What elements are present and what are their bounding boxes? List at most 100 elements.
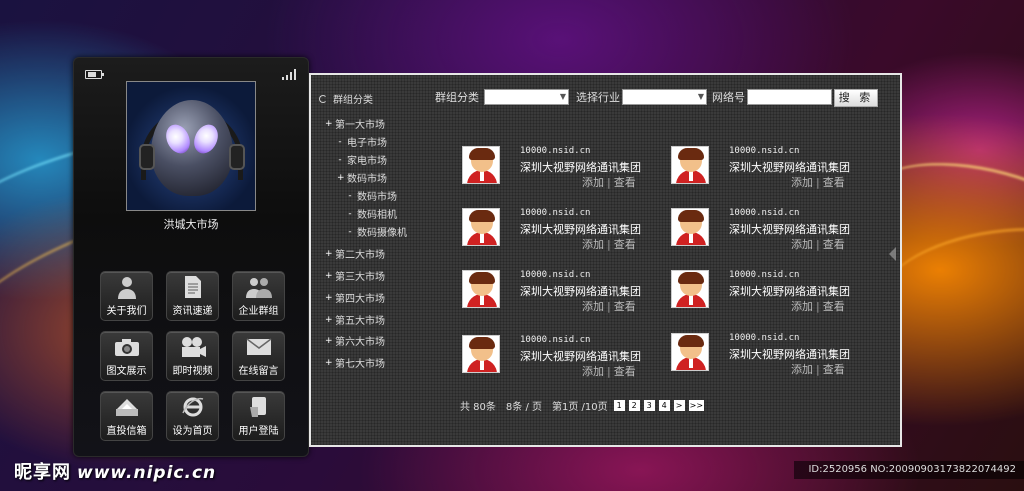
camera-icon: [113, 335, 141, 359]
add-link[interactable]: 添加: [582, 365, 604, 378]
pagination: 共 80条 8条 / 页 第1页 /10页 1 2 3 4 > >>: [460, 398, 708, 413]
card-company: 深圳大视野网络通讯集团: [520, 285, 641, 298]
next-page-button[interactable]: >: [673, 400, 685, 411]
category-sidebar: 群组分类 + 第一大市场 - 电子市场 - 家电市场 + 数码市场 - 数码市场 - 数码相…: [311, 87, 429, 387]
tile-label: 在线留言: [238, 366, 279, 377]
group-card: 10000.nsid.cn 深圳大视野网络通讯集团 添加 | 查看: [462, 208, 652, 260]
tile-enterprise-group[interactable]: 企业群组: [232, 271, 285, 321]
tree-item[interactable]: - 数码相机: [347, 206, 397, 222]
tree-item[interactable]: + 第三大市场: [325, 268, 385, 284]
member-avatar-icon: [671, 333, 709, 371]
tree-item[interactable]: + 第七大市场: [325, 355, 385, 371]
tree-item[interactable]: + 第六大市场: [325, 333, 385, 349]
page-link[interactable]: 3: [643, 400, 655, 411]
search-button[interactable]: 搜 索: [834, 89, 878, 107]
view-link[interactable]: 查看: [614, 300, 636, 313]
group-card: 10000.nsid.cn 深圳大视野网络通讯集团 添加 | 查看: [462, 270, 652, 322]
mailbox-icon: [113, 395, 141, 419]
tile-set-homepage[interactable]: 设为首页: [166, 391, 219, 441]
card-url: 10000.nsid.cn: [520, 335, 591, 345]
tile-label: 直投信箱: [106, 426, 147, 437]
chevron-down-icon: ▼: [559, 92, 566, 101]
view-link[interactable]: 查看: [823, 176, 845, 189]
card-company: 深圳大视野网络通讯集团: [729, 223, 850, 236]
add-link[interactable]: 添加: [791, 176, 813, 189]
group-card: 10000.nsid.cn 深圳大视野网络通讯集团 添加 | 查看: [671, 208, 861, 260]
tile-label: 图文展示: [106, 366, 147, 377]
app-icon-grid: 关于我们 资讯速递 企业群组 图文展示 即时视频 在线留言 直投信箱 设为首页 …: [100, 271, 285, 441]
envelope-icon: [245, 335, 273, 359]
collapse-arrow-icon[interactable]: [889, 247, 896, 261]
tile-user-login[interactable]: 用户登陆: [232, 391, 285, 441]
page-link[interactable]: 2: [628, 400, 640, 411]
tile-gallery[interactable]: 图文展示: [100, 331, 153, 381]
add-link[interactable]: 添加: [582, 300, 604, 313]
card-company: 深圳大视野网络通讯集团: [520, 223, 641, 236]
market-avatar: [126, 81, 256, 211]
tree-item[interactable]: + 第一大市场: [325, 116, 385, 132]
view-link[interactable]: 查看: [614, 365, 636, 378]
tile-about-us[interactable]: 关于我们: [100, 271, 153, 321]
pin-icon: [319, 94, 327, 103]
add-link[interactable]: 添加: [791, 238, 813, 251]
battery-icon: [85, 70, 104, 79]
tree-item[interactable]: + 第四大市场: [325, 290, 385, 306]
login-hand-icon: [245, 395, 273, 419]
tile-news[interactable]: 资讯速递: [166, 271, 219, 321]
group-select[interactable]: ▼: [484, 89, 569, 105]
view-link[interactable]: 查看: [823, 300, 845, 313]
member-avatar-icon: [671, 146, 709, 184]
tree-item[interactable]: + 第二大市场: [325, 246, 385, 262]
network-number-input[interactable]: [747, 89, 832, 105]
tile-label: 设为首页: [172, 426, 213, 437]
video-camera-icon: [179, 335, 207, 359]
member-avatar-icon: [462, 146, 500, 184]
group-card: 10000.nsid.cn 深圳大视野网络通讯集团 添加 | 查看: [462, 335, 652, 387]
per-page: 8条 / 页: [505, 402, 542, 413]
tile-label: 用户登陆: [238, 426, 279, 437]
card-url: 10000.nsid.cn: [520, 270, 591, 280]
tile-mailbox[interactable]: 直投信箱: [100, 391, 153, 441]
page-link[interactable]: 1: [613, 400, 625, 411]
tree-item[interactable]: - 数码市场: [347, 188, 397, 204]
add-link[interactable]: 添加: [791, 363, 813, 376]
tile-label: 关于我们: [106, 306, 147, 317]
group-card: 10000.nsid.cn 深圳大视野网络通讯集团 添加 | 查看: [671, 270, 861, 322]
tree-item[interactable]: - 电子市场: [337, 134, 387, 150]
add-link[interactable]: 添加: [791, 300, 813, 313]
tree-item[interactable]: - 数码摄像机: [347, 224, 407, 240]
market-name: 洪城大市场: [163, 218, 219, 231]
watermark-id: ID:2520956 NO:20090903173822074492: [794, 461, 1024, 479]
ie-icon: [179, 395, 207, 419]
page-link[interactable]: 4: [658, 400, 670, 411]
card-url: 10000.nsid.cn: [729, 333, 800, 343]
card-url: 10000.nsid.cn: [729, 208, 800, 218]
tile-message[interactable]: 在线留言: [232, 331, 285, 381]
card-company: 深圳大视野网络通讯集团: [520, 350, 641, 363]
industry-select[interactable]: ▼: [622, 89, 707, 105]
group-card: 10000.nsid.cn 深圳大视野网络通讯集团 添加 | 查看: [671, 146, 861, 198]
view-link[interactable]: 查看: [614, 238, 636, 251]
add-link[interactable]: 添加: [582, 238, 604, 251]
card-url: 10000.nsid.cn: [729, 270, 800, 280]
view-link[interactable]: 查看: [823, 363, 845, 376]
industry-filter-label: 选择行业: [576, 91, 620, 104]
member-avatar-icon: [462, 335, 500, 373]
user-icon: [113, 275, 141, 299]
tile-live-video[interactable]: 即时视频: [166, 331, 219, 381]
last-page-button[interactable]: >>: [688, 400, 705, 411]
tree-item[interactable]: + 第五大市场: [325, 312, 385, 328]
tile-label: 企业群组: [238, 306, 279, 317]
view-link[interactable]: 查看: [823, 238, 845, 251]
group-icon: [245, 275, 273, 299]
view-link[interactable]: 查看: [614, 176, 636, 189]
card-company: 深圳大视野网络通讯集团: [729, 161, 850, 174]
member-avatar-icon: [462, 208, 500, 246]
group-card: 10000.nsid.cn 深圳大视野网络通讯集团 添加 | 查看: [462, 146, 652, 198]
member-avatar-icon: [462, 270, 500, 308]
add-link[interactable]: 添加: [582, 176, 604, 189]
tree-item[interactable]: + 数码市场: [337, 170, 387, 186]
tile-label: 即时视频: [172, 366, 213, 377]
tree-item[interactable]: - 家电市场: [337, 152, 387, 168]
card-url: 10000.nsid.cn: [520, 146, 591, 156]
